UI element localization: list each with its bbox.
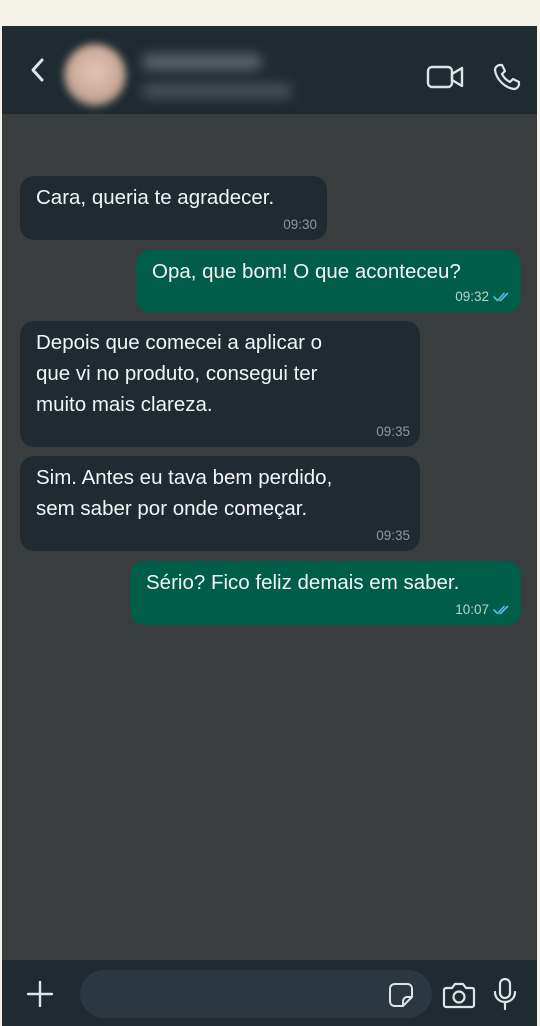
message-incoming[interactable]: Cara, queria te agradecer. 09:30 — [20, 176, 327, 240]
message-meta: 09:35 — [376, 424, 410, 440]
message-meta: 09:35 — [376, 528, 410, 544]
message-text: Opa, que bom! O que aconteceu? — [152, 260, 461, 283]
message-text: Sério? Fico feliz demais em saber. — [146, 571, 460, 594]
message-text: Cara, queria te agradecer. — [36, 186, 275, 209]
message-input[interactable] — [80, 970, 432, 1018]
avatar[interactable] — [64, 44, 126, 106]
message-meta: 09:32 — [455, 289, 511, 305]
message-outgoing[interactable]: Sério? Fico feliz demais em saber. 10:07 — [130, 561, 521, 625]
chat-screen: Cara, queria te agradecer. 09:30 Opa, qu… — [2, 26, 537, 1026]
message-text: Sim. Antes eu tava bem perdido, sem sabe… — [36, 466, 333, 520]
chat-header — [2, 26, 537, 114]
message-meta: 09:30 — [283, 217, 317, 233]
message-incoming[interactable]: Sim. Antes eu tava bem perdido, sem sabe… — [20, 456, 420, 551]
camera-icon[interactable] — [442, 980, 476, 1010]
video-camera-icon[interactable] — [426, 64, 466, 90]
chevron-left-icon[interactable] — [26, 54, 50, 86]
message-outgoing[interactable]: Opa, que bom! O que aconteceu? 09:32 — [136, 250, 521, 312]
message-incoming[interactable]: Depois que comecei a aplicar o que vi no… — [20, 321, 420, 447]
message-time: 09:35 — [376, 424, 410, 439]
message-meta: 10:07 — [455, 602, 511, 618]
double-check-icon — [493, 292, 509, 302]
contact-status-blurred — [142, 84, 292, 98]
microphone-icon[interactable] — [492, 977, 518, 1011]
composer-bar — [2, 960, 537, 1026]
message-text: Depois que comecei a aplicar o que vi no… — [36, 331, 323, 416]
message-time: 09:32 — [455, 289, 489, 304]
message-list[interactable]: Cara, queria te agradecer. 09:30 Opa, qu… — [2, 114, 537, 960]
message-time: 09:35 — [376, 528, 410, 543]
contact-name-blurred[interactable] — [142, 54, 262, 70]
double-check-icon — [493, 605, 509, 615]
message-time: 10:07 — [455, 602, 489, 617]
phone-icon[interactable] — [492, 62, 522, 92]
sticker-icon[interactable] — [388, 982, 414, 1008]
message-time: 09:30 — [283, 217, 317, 232]
plus-icon[interactable] — [26, 980, 54, 1008]
